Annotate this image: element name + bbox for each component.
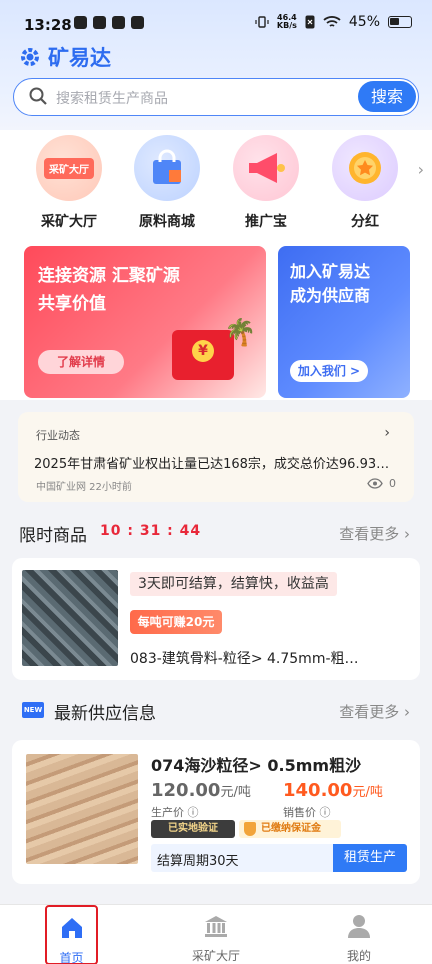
bank-building-icon: [205, 916, 227, 937]
flash-product-card[interactable]: 3天即可结算，结算快，收益高 每吨可赚20元 083-建筑骨料-粒径> 4.75…: [12, 558, 420, 680]
app-notification-icon: [93, 16, 106, 29]
bottom-tab-bar: 首页 采矿大厅 我的: [0, 904, 432, 964]
countdown-timer: 10 : 31 : 44: [100, 523, 202, 539]
gear-logo-icon: [21, 48, 39, 66]
sale-price: 140.00元/吨: [283, 780, 383, 801]
search-icon: [29, 87, 47, 105]
chevron-right-icon[interactable]: ›: [384, 425, 390, 441]
product-name: 083-建筑骨料-粒径> 4.75mm-粗…: [130, 651, 359, 667]
category-row: 采矿大厅 采矿大厅 原料商城 推广宝 分红 ›: [0, 130, 432, 232]
banner-area: 连接资源 汇聚矿源 共享价值 了解详情 🌴 加入矿易达 成为供应商 加入我们 >: [0, 232, 432, 400]
earn-badge: 每吨可赚20元: [130, 610, 222, 634]
promo-banner-left[interactable]: 连接资源 汇聚矿源 共享价值 了解详情 🌴: [24, 246, 266, 398]
megaphone-icon: [233, 135, 299, 201]
lease-production-button[interactable]: 租赁生产: [333, 844, 407, 872]
news-tag: 行业动态: [36, 429, 80, 442]
calendar-icon: [131, 16, 144, 29]
product-name: 074海沙粒径> 0.5mm粗沙: [151, 756, 362, 775]
palm-tree-icon: 🌴: [224, 318, 257, 348]
status-time: 13:28: [24, 16, 72, 34]
product-image: [22, 570, 118, 666]
category-materials-mall[interactable]: 原料商城: [127, 135, 207, 231]
news-source: 中国矿业网 22小时前: [36, 482, 132, 493]
verified-badge: 已实地验证: [151, 820, 235, 838]
category-label: 推广宝: [245, 214, 287, 230]
tab-mining-hall[interactable]: 采矿大厅: [161, 905, 271, 964]
chevron-right-icon[interactable]: ›: [418, 160, 424, 179]
category-mining-hall[interactable]: 采矿大厅 采矿大厅: [29, 135, 109, 231]
news-headline[interactable]: 2025年甘肃省矿业权出让量已达168宗，成交总价达96.93…: [34, 453, 396, 472]
mining-hall-icon: 采矿大厅: [36, 135, 102, 201]
see-more-link[interactable]: 查看更多 ›: [339, 523, 410, 544]
eye-icon: [367, 478, 383, 489]
deposit-badge: 已缴纳保证金: [239, 820, 341, 838]
brand: 矿易达: [18, 42, 111, 72]
product-image: [26, 754, 138, 864]
help-icon[interactable]: ⓘ: [320, 806, 331, 819]
section-title: 限时商品: [19, 526, 87, 546]
settlement-cycle: 结算周期30天: [157, 854, 239, 869]
gold-coin-icon: [332, 135, 398, 201]
news-card[interactable]: 行业动态 › 2025年甘肃省矿业权出让量已达168宗，成交总价达96.93… …: [18, 412, 414, 502]
banner-title: 连接资源 汇聚矿源 共享价值: [38, 266, 180, 314]
notification-icons: [74, 16, 144, 29]
category-label: 分红: [351, 214, 379, 230]
battery-icon: [388, 16, 412, 28]
battery-percent: 45%: [348, 14, 380, 30]
mail-icon: [112, 16, 125, 29]
banner-title: 加入矿易达 成为供应商: [290, 262, 371, 305]
wifi-icon: [323, 16, 341, 27]
shopping-bag-icon: [134, 135, 200, 201]
help-icon[interactable]: ⓘ: [188, 806, 199, 819]
cost-price-label: 生产价 ⓘ: [151, 806, 199, 819]
vibrate-icon: [255, 16, 269, 28]
sim-icon: [305, 15, 315, 29]
home-icon: [61, 918, 82, 938]
category-promotion[interactable]: 推广宝: [226, 135, 306, 231]
shield-icon: [244, 822, 256, 836]
cost-price: 120.00元/吨: [151, 780, 251, 801]
settlement-bar: 结算周期30天 租赁生产: [151, 844, 407, 872]
product-tagline: 3天即可结算，结算快，收益高: [130, 572, 337, 596]
section-title: 最新供应信息: [54, 704, 156, 724]
join-us-button[interactable]: 加入我们 >: [290, 360, 368, 382]
supply-header: NEW 最新供应信息 查看更多 ›: [0, 695, 432, 725]
tab-home[interactable]: 首页: [45, 905, 98, 964]
crown-icon: [74, 16, 87, 29]
flash-sale-header: 限时商品 10 : 31 : 44 查看更多 ›: [0, 517, 432, 547]
app-name: 矿易达: [48, 46, 111, 70]
supply-card[interactable]: 074海沙粒径> 0.5mm粗沙 120.00元/吨 生产价 ⓘ 140.00元…: [12, 740, 420, 884]
promo-banner-right[interactable]: 加入矿易达 成为供应商 加入我们 >: [278, 246, 410, 398]
see-more-link[interactable]: 查看更多 ›: [339, 701, 410, 722]
learn-more-button[interactable]: 了解详情: [38, 350, 124, 374]
sale-price-label: 销售价 ⓘ: [283, 806, 331, 819]
new-badge: NEW: [22, 702, 44, 718]
view-count: 0: [367, 477, 396, 490]
category-dividend[interactable]: 分红: [325, 135, 405, 231]
search-bar[interactable]: 搜索租赁生产商品 搜索: [13, 78, 419, 116]
search-input[interactable]: 搜索租赁生产商品: [56, 88, 168, 108]
net-speed: 46.4 KB/s: [276, 13, 297, 30]
tab-profile[interactable]: 我的: [304, 905, 414, 964]
search-button[interactable]: 搜索: [358, 81, 416, 112]
status-bar: 13:28 46.4 KB/s 45%: [0, 0, 432, 48]
status-right: 46.4 KB/s 45%: [255, 14, 412, 30]
user-icon: [348, 915, 370, 938]
category-label: 原料商城: [139, 214, 195, 230]
category-label: 采矿大厅: [41, 214, 97, 230]
